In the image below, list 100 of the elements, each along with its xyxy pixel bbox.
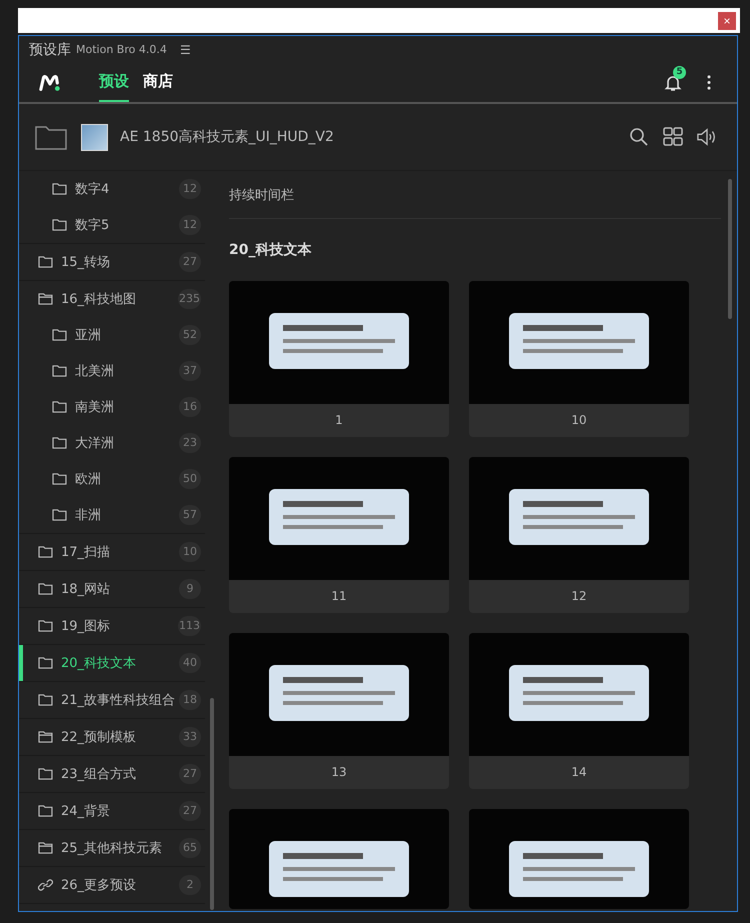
preset-name[interactable]: 12	[469, 580, 689, 613]
folder-icon	[38, 583, 53, 595]
item-label: 南美洲	[75, 399, 115, 416]
item-label: 16_科技地图	[61, 291, 138, 308]
item-label: 20_科技文本	[61, 655, 138, 672]
item-label: 24_背景	[61, 803, 112, 820]
count-badge: 12	[179, 179, 201, 199]
folder-icon	[38, 768, 53, 780]
section-title: 20_科技文本	[229, 241, 312, 259]
sidebar-item[interactable]: 北美洲 37	[19, 353, 205, 389]
item-label: 23_组合方式	[61, 766, 138, 783]
item-label: 15_转场	[61, 254, 112, 271]
folder-icon	[52, 183, 67, 195]
folder-icon	[52, 329, 67, 341]
item-label: 北美洲	[75, 363, 115, 380]
count-badge: 16	[179, 397, 201, 417]
menu-button[interactable]: ☰	[176, 42, 195, 56]
sidebar-item[interactable]: 23_组合方式 27	[19, 756, 205, 792]
item-label: 25_其他科技元素	[61, 840, 164, 857]
sidebar-item[interactable]: 19_图标 113	[19, 608, 205, 644]
folder-icon[interactable]	[35, 124, 67, 150]
sidebar-item[interactable]: 17_扫描 10	[19, 534, 205, 570]
sidebar-item[interactable]: 20_科技文本 40	[19, 645, 205, 681]
logo-icon[interactable]	[39, 72, 61, 92]
folder-icon	[38, 620, 53, 632]
sidebar-item[interactable]: 数字5 12	[19, 207, 205, 243]
item-label: 22_预制模板	[61, 729, 138, 746]
preset-name[interactable]: 11	[229, 580, 449, 613]
count-badge: 12	[179, 215, 201, 235]
duration-bar-label: 持续时间栏	[229, 171, 721, 219]
sidebar-item[interactable]: 25_其他科技元素 65	[19, 830, 205, 866]
count-badge: 23	[179, 433, 201, 453]
count-badge: 18	[179, 690, 201, 710]
folder-icon	[38, 546, 53, 558]
item-label: 17_扫描	[61, 544, 112, 561]
count-badge: 40	[179, 653, 201, 673]
count-badge: 27	[179, 801, 201, 821]
count-badge: 9	[179, 579, 201, 599]
count-badge: 10	[179, 542, 201, 562]
preset-name[interactable]: 14	[469, 756, 689, 789]
item-label: 21_故事性科技组合	[61, 692, 176, 709]
count-badge: 27	[179, 764, 201, 784]
count-badge: 2	[179, 875, 201, 895]
item-label: 欧洲	[75, 471, 102, 488]
item-label: 19_图标	[61, 618, 112, 635]
folder-icon	[52, 473, 67, 485]
folder-icon	[38, 657, 53, 669]
grid-view-icon[interactable]	[663, 127, 683, 147]
item-label: 非洲	[75, 507, 102, 524]
search-icon[interactable]	[629, 127, 649, 147]
count-badge: 50	[179, 469, 201, 489]
sidebar-item[interactable]: 南美洲 16	[19, 389, 205, 425]
count-badge: 235	[178, 289, 201, 309]
folder-icon	[38, 256, 53, 268]
link-icon	[38, 879, 53, 891]
sidebar-item[interactable]: 16_科技地图 235	[19, 281, 205, 317]
folder-icon	[38, 805, 53, 817]
sidebar-item[interactable]: 26_更多预设 2	[19, 867, 205, 903]
more-icon[interactable]	[707, 75, 711, 90]
panel-title: 预设库	[29, 40, 71, 58]
sidebar-item[interactable]: 18_网站 9	[19, 571, 205, 607]
pack-thumbnail	[81, 124, 108, 150]
sidebar-item[interactable]: 15_转场 27	[19, 244, 205, 280]
sidebar-item[interactable]: 非洲 57	[19, 497, 205, 533]
folder-icon	[38, 842, 53, 854]
sidebar-item[interactable]: 欧洲 50	[19, 461, 205, 497]
item-label: 26_更多预设	[61, 877, 138, 894]
preset-name[interactable]: 13	[229, 756, 449, 789]
notification-badge: 5	[673, 66, 686, 78]
sidebar-item[interactable]: 数字4 12	[19, 171, 205, 207]
folder-icon	[38, 293, 53, 305]
preset-name[interactable]: 1	[229, 404, 449, 437]
folder-icon	[52, 437, 67, 449]
tab[interactable]: 预设	[99, 63, 129, 102]
item-label: 数字4	[75, 181, 110, 198]
tab[interactable]: 商店	[143, 63, 173, 102]
folder-icon	[52, 365, 67, 377]
item-label: 亚洲	[75, 327, 102, 344]
speaker-icon[interactable]	[697, 127, 717, 147]
folder-icon	[52, 219, 67, 231]
folder-icon	[38, 731, 53, 743]
sidebar-item[interactable]: 大洋洲 23	[19, 425, 205, 461]
item-label: 数字5	[75, 217, 110, 234]
version-label: Motion Bro 4.0.4	[76, 43, 167, 56]
close-button[interactable]: ×	[718, 12, 736, 30]
sidebar-item[interactable]: 亚洲 52	[19, 317, 205, 353]
count-badge: 113	[178, 616, 201, 636]
folder-icon	[38, 694, 53, 706]
folder-icon	[52, 509, 67, 521]
scrollbar[interactable]	[728, 179, 732, 319]
sidebar-item[interactable]: 21_故事性科技组合 18	[19, 682, 205, 718]
preset-name[interactable]: 10	[469, 404, 689, 437]
count-badge: 65	[179, 838, 201, 858]
sidebar-item[interactable]: 22_预制模板 33	[19, 719, 205, 755]
item-label: 大洋洲	[75, 435, 115, 452]
item-label: 18_网站	[61, 581, 112, 598]
pack-title: AE 1850高科技元素_UI_HUD_V2	[120, 128, 334, 146]
scrollbar[interactable]	[210, 698, 214, 910]
sidebar-item[interactable]: 24_背景 27	[19, 793, 205, 829]
count-badge: 27	[179, 252, 201, 272]
